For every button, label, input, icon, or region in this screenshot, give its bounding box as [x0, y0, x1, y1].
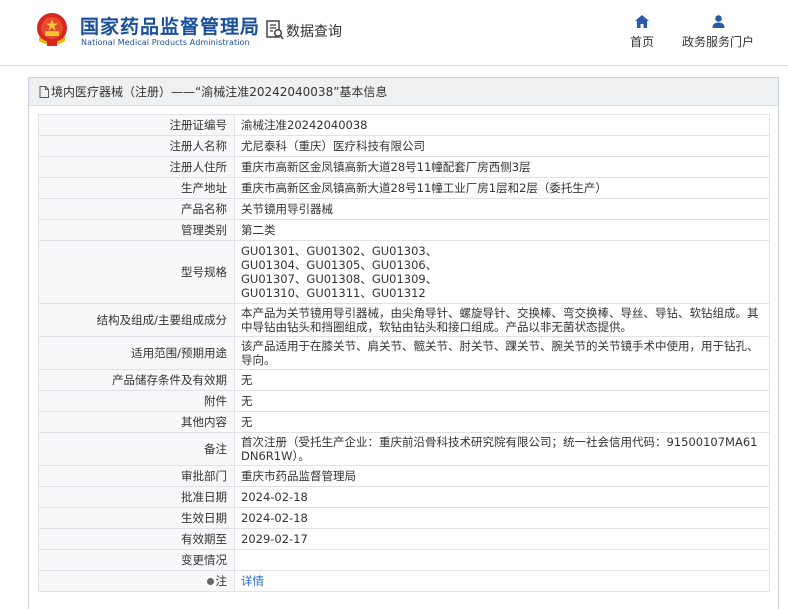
table-row: 审批部门 重庆市药品监督管理局 — [38, 465, 770, 487]
table-row: 型号规格 GU01301、GU01302、GU01303、 GU01304、GU… — [38, 240, 770, 304]
field-label: 型号规格 — [38, 240, 235, 304]
nav-service-portal[interactable]: 政务服务门户 — [680, 15, 756, 50]
field-value: 无 — [234, 411, 770, 433]
table-row: 注册人住所 重庆市高新区金凤镇高新大道28号11幢配套厂房西侧3层 — [38, 156, 770, 178]
field-label: 变更情况 — [38, 549, 235, 571]
note-label: 注 — [215, 574, 228, 588]
home-icon — [635, 15, 649, 28]
data-query-label: 数据查询 — [286, 24, 342, 40]
field-value: 无 — [234, 390, 770, 412]
field-label: 附件 — [38, 390, 235, 412]
field-value: 重庆市高新区金凤镇高新大道28号11幢配套厂房西侧3层 — [234, 156, 770, 178]
panel-title: 境内医疗器械（注册）——“渝械注准20242040038”基本信息 — [29, 78, 778, 106]
table-row: 变更情况 — [38, 549, 770, 571]
spec-line: GU01307、GU01308、GU01309、 — [241, 272, 438, 286]
site-title-en: National Medical Products Administration — [81, 38, 250, 47]
nav-home[interactable]: 首页 — [626, 15, 658, 50]
table-row: 注 详情 — [38, 570, 770, 592]
field-value: 2029-02-17 — [234, 528, 770, 550]
field-value: 渝械注准20242040038 — [234, 114, 770, 136]
field-label: 备注 — [38, 432, 235, 466]
field-label: 注册人名称 — [38, 135, 235, 157]
nav-service-portal-label: 政务服务门户 — [681, 35, 754, 49]
table-row: 附件 无 — [38, 390, 770, 412]
table-row: 管理类别 第二类 — [38, 219, 770, 241]
field-label: 批准日期 — [38, 486, 235, 508]
detail-table: 注册证编号 渝械注准20242040038 注册人名称 尤尼泰科（重庆）医疗科技… — [38, 114, 770, 592]
field-value: GU01301、GU01302、GU01303、 GU01304、GU01305… — [234, 240, 770, 304]
field-value: 重庆市药品监督管理局 — [234, 465, 770, 487]
note-icon — [206, 578, 214, 585]
field-label: 生效日期 — [38, 507, 235, 529]
site-header: 国家药品监督管理局 National Medical Products Admi… — [0, 0, 788, 66]
field-value: 关节镜用导引器械 — [234, 198, 770, 220]
table-row: 结构及组成/主要组成成分 本产品为关节镜用导引器械，由尖角导针、螺旋导针、交换棒… — [38, 303, 770, 337]
field-label: 注册证编号 — [38, 114, 235, 136]
field-value: 详情 — [234, 570, 770, 592]
spec-line: GU01304、GU01305、GU01306、 — [241, 258, 438, 272]
nav-home-label: 首页 — [629, 35, 654, 49]
table-row: 有效期至 2029-02-17 — [38, 528, 770, 550]
field-value: 尤尼泰科（重庆）医疗科技有限公司 — [234, 135, 770, 157]
field-label: 产品储存条件及有效期 — [38, 369, 235, 391]
field-value: 该产品适用于在膝关节、肩关节、髋关节、肘关节、踝关节、腕关节的关节镜手术中使用，… — [234, 336, 770, 370]
table-row: 注册人名称 尤尼泰科（重庆）医疗科技有限公司 — [38, 135, 770, 157]
table-row: 产品储存条件及有效期 无 — [38, 369, 770, 391]
field-label: 适用范围/预期用途 — [38, 336, 235, 370]
document-icon — [39, 86, 49, 98]
detail-panel: 境内医疗器械（注册）——“渝械注准20242040038”基本信息 注册证编号 … — [28, 77, 779, 609]
field-value: 首次注册（受托生产企业：重庆前沿骨科技术研究院有限公司；统一社会信用代码：915… — [234, 432, 770, 466]
field-value: 第二类 — [234, 219, 770, 241]
spec-line: GU01310、GU01311、GU01312 — [241, 286, 426, 300]
field-label: 生产地址 — [38, 177, 235, 199]
field-label: 注 — [38, 570, 235, 592]
panel-title-text: 境内医疗器械（注册）——“渝械注准20242040038”基本信息 — [51, 85, 388, 99]
table-row: 注册证编号 渝械注准20242040038 — [38, 114, 770, 136]
spec-line: GU01301、GU01302、GU01303、 — [241, 244, 438, 258]
field-value: 2024-02-18 — [234, 486, 770, 508]
field-label: 结构及组成/主要组成成分 — [38, 303, 235, 337]
table-row: 生效日期 2024-02-18 — [38, 507, 770, 529]
table-row: 其他内容 无 — [38, 411, 770, 433]
field-value: 2024-02-18 — [234, 507, 770, 529]
field-value: 重庆市高新区金凤镇高新大道28号11幢工业厂房1层和2层（委托生产） — [234, 177, 770, 199]
user-icon — [712, 15, 724, 28]
table-row: 批准日期 2024-02-18 — [38, 486, 770, 508]
field-label: 有效期至 — [38, 528, 235, 550]
field-label: 其他内容 — [38, 411, 235, 433]
details-link[interactable]: 详情 — [241, 574, 264, 588]
field-label: 审批部门 — [38, 465, 235, 487]
national-emblem-icon[interactable] — [35, 11, 69, 47]
field-label: 产品名称 — [38, 198, 235, 220]
field-label: 管理类别 — [38, 219, 235, 241]
table-row: 备注 首次注册（受托生产企业：重庆前沿骨科技术研究院有限公司；统一社会信用代码：… — [38, 432, 770, 466]
field-value: 无 — [234, 369, 770, 391]
site-title[interactable]: 国家药品监督管理局 — [80, 12, 260, 39]
field-value: 本产品为关节镜用导引器械，由尖角导针、螺旋导针、交换棒、弯交换棒、导丝、导钻、软… — [234, 303, 770, 337]
table-row: 产品名称 关节镜用导引器械 — [38, 198, 770, 220]
field-value — [234, 549, 770, 571]
data-query-icon — [266, 20, 284, 40]
table-row: 生产地址 重庆市高新区金凤镇高新大道28号11幢工业厂房1层和2层（委托生产） — [38, 177, 770, 199]
table-row: 适用范围/预期用途 该产品适用于在膝关节、肩关节、髋关节、肘关节、踝关节、腕关节… — [38, 336, 770, 370]
field-label: 注册人住所 — [38, 156, 235, 178]
